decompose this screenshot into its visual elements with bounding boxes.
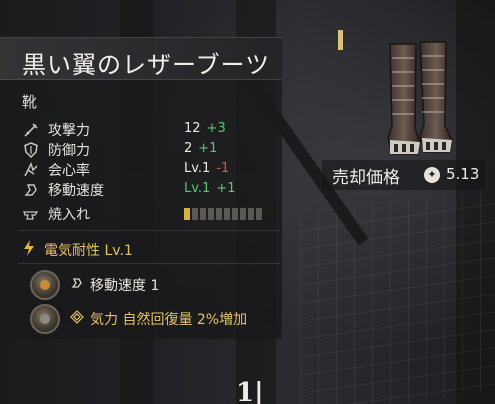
diamond-icon (70, 310, 84, 328)
divider (18, 230, 280, 231)
tempering-segment (192, 208, 198, 220)
stat-delta: +1 (216, 181, 236, 196)
stat-row-attack: 攻撃力 12 +3 (22, 120, 272, 140)
stat-row-tempering: 焼入れ (22, 204, 272, 224)
stat-label: 焼入れ (48, 207, 90, 223)
anvil-icon (22, 205, 40, 223)
stat-label: 会心率 (48, 163, 90, 179)
stat-value: Lv.1 -1 (184, 161, 230, 176)
stat-label: 攻撃力 (48, 123, 90, 139)
sell-price-label: 売却価格 (332, 168, 400, 188)
boots-image (387, 41, 453, 155)
item-info-panel: 黒い翼のレザーブーツ 靴 攻撃力 12 +3 防御力 2 +1 会心率 Lv.1 -1… (0, 37, 282, 339)
speed-icon (70, 276, 84, 294)
stat-row-defense: 防御力 2 +1 (22, 140, 272, 160)
item-type: 靴 (22, 93, 38, 111)
tempering-segment (248, 208, 254, 220)
sell-price-value: 5.13 (446, 165, 480, 183)
shield-icon (22, 141, 40, 159)
item-title-bar: 黒い翼のレザーブーツ (0, 38, 282, 80)
gem-effect-text: 気力 自然回復量 2%増加 (90, 312, 248, 328)
lightning-icon (22, 239, 36, 261)
sell-price-box: 売却価格 ✦ 5.13 (322, 160, 485, 190)
tempering-segment (240, 208, 246, 220)
stat-value: 2 +1 (184, 141, 218, 156)
stat-value: Lv.1 +1 (184, 181, 236, 196)
sword-icon (22, 121, 40, 139)
tempering-segment (256, 208, 262, 220)
stat-delta: +1 (198, 141, 218, 156)
element-resistance-label: 電気耐性 Lv.1 (44, 243, 133, 259)
stat-row-move-speed: 移動速度 Lv.1 +1 (22, 180, 272, 200)
tempering-segment (200, 208, 206, 220)
gem-effect-text: 移動速度 1 (90, 278, 160, 294)
gem-slot-2[interactable]: 気力 自然回復量 2%増加 (30, 304, 280, 334)
gem-icon (30, 270, 60, 300)
speed-icon (22, 181, 40, 199)
gem-slot-1[interactable]: 移動速度 1 (30, 270, 280, 300)
stat-delta: +3 (206, 121, 226, 136)
tempering-segment (208, 208, 214, 220)
tempering-segment (216, 208, 222, 220)
coin-icon: ✦ (424, 167, 440, 183)
tempering-gauge (184, 208, 274, 220)
crit-icon (22, 161, 40, 179)
stat-label: 防御力 (48, 143, 90, 159)
item-image-marker (338, 30, 343, 50)
stat-value: 12 +3 (184, 121, 226, 136)
tempering-segment (224, 208, 230, 220)
gem-icon (30, 304, 60, 334)
stat-row-crit: 会心率 Lv.1 -1 (22, 160, 272, 180)
background-fence-grid (300, 186, 495, 404)
stat-label: 移動速度 (48, 183, 104, 199)
tempering-segment (184, 208, 190, 220)
stat-delta: -1 (216, 161, 230, 176)
divider (18, 263, 280, 264)
bottom-marker: 1| (236, 378, 264, 404)
tempering-segment (232, 208, 238, 220)
item-name: 黒い翼のレザーブーツ (22, 51, 271, 79)
